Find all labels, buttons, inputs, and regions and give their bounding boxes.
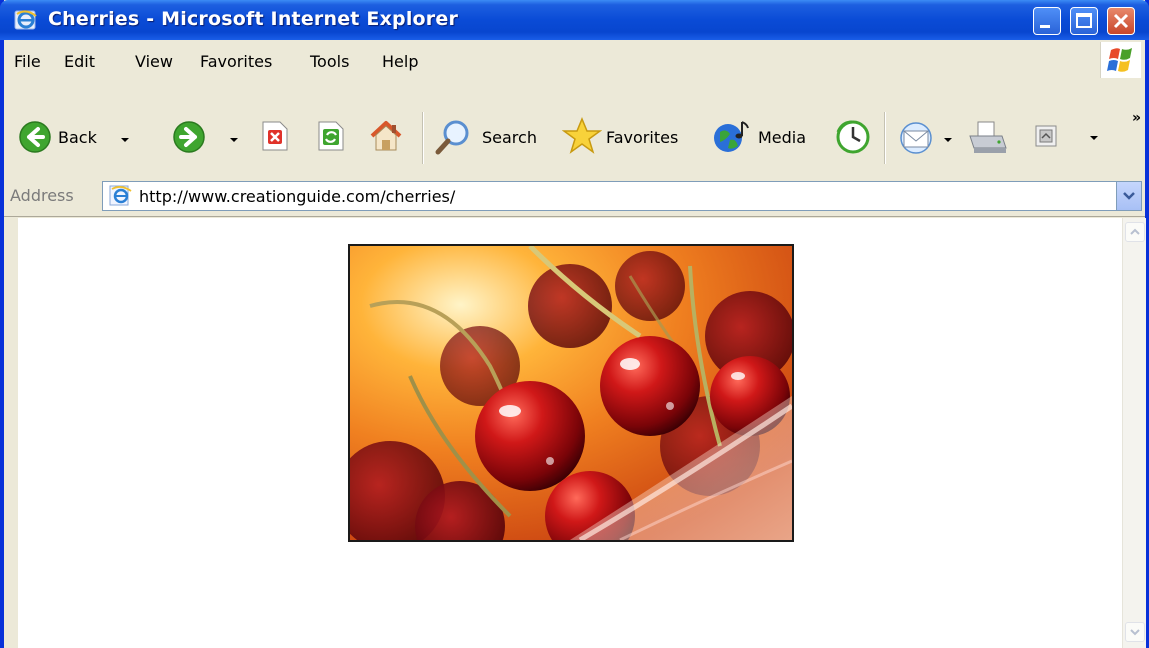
search-label: Search [482,128,537,147]
windows-flag-icon [1107,48,1132,72]
refresh-button[interactable] [316,120,346,152]
home-icon [370,121,402,151]
media-label: Media [758,128,807,147]
menu-bar: File Edit View Favorites Tools Help [4,40,1145,101]
mail-icon [900,122,932,154]
back-dropdown-icon[interactable] [121,138,129,142]
print-button[interactable] [966,118,1008,158]
address-input[interactable]: http://www.creationguide.com/cherries/ [102,181,1142,211]
back-button[interactable]: Back [18,116,130,158]
address-bar: Address http://www.creationguide.com/che… [4,176,1145,217]
windows-logo [1100,42,1141,78]
forward-arrow-icon [173,121,205,153]
favorites-label: Favorites [606,128,679,147]
page-content [18,218,1122,648]
ie-page-icon [109,185,132,206]
media-button[interactable]: Media [712,118,814,158]
menu-edit[interactable]: Edit [64,52,95,71]
home-button[interactable] [368,118,404,154]
close-icon [1113,13,1129,29]
edit-page-icon [1035,125,1057,147]
mail-button[interactable] [898,118,958,158]
address-dropdown-button[interactable] [1116,182,1141,210]
vertical-scrollbar[interactable] [1122,218,1146,648]
toolbar-more-chevron[interactable]: » [1132,110,1141,126]
history-icon [836,120,870,154]
forward-dropdown-icon[interactable] [230,138,238,142]
scroll-down-button[interactable] [1125,622,1145,642]
edit-button[interactable] [1034,124,1104,154]
address-url: http://www.creationguide.com/cherries/ [139,187,456,206]
forward-button[interactable] [172,116,248,158]
menu-tools[interactable]: Tools [310,52,349,71]
chevron-down-icon [1123,192,1135,200]
menu-help[interactable]: Help [382,52,418,71]
back-arrow-icon [19,121,51,153]
back-label: Back [58,128,97,147]
search-icon [435,120,469,155]
stop-icon [262,121,288,151]
menu-file[interactable]: File [14,52,41,71]
cherries-image [350,246,792,540]
print-icon [969,121,1007,153]
chevron-down-icon [1130,629,1140,636]
standard-toolbar: Back Search Favorites Media » [4,100,1145,177]
favorites-button[interactable]: Favorites [562,116,694,158]
minimize-icon [1040,25,1050,28]
search-button[interactable]: Search [434,118,544,158]
browser-window: Cherries - Microsoft Internet Explorer F… [0,0,1149,648]
maximize-icon [1076,13,1092,28]
toolbar-separator [884,112,886,164]
refresh-icon [318,121,344,151]
maximize-button[interactable] [1070,7,1098,35]
mail-dropdown-icon[interactable] [944,138,952,142]
toolbar-separator [422,112,424,164]
menu-favorites[interactable]: Favorites [200,52,272,71]
address-label: Address [10,186,74,205]
title-bar[interactable]: Cherries - Microsoft Internet Explorer [0,0,1149,40]
minimize-button[interactable] [1033,7,1061,35]
close-button[interactable] [1107,7,1135,35]
history-button[interactable] [834,118,872,156]
scroll-up-button[interactable] [1125,222,1145,242]
favorites-star-icon [562,117,602,154]
menu-view[interactable]: View [135,52,173,71]
media-icon [714,121,749,152]
ie-logo-icon [14,10,37,30]
chevron-up-icon [1130,228,1140,235]
window-title: Cherries - Microsoft Internet Explorer [48,8,459,30]
edit-dropdown-icon[interactable] [1090,136,1098,140]
cherries-photo [348,244,794,542]
stop-button[interactable] [260,120,290,152]
